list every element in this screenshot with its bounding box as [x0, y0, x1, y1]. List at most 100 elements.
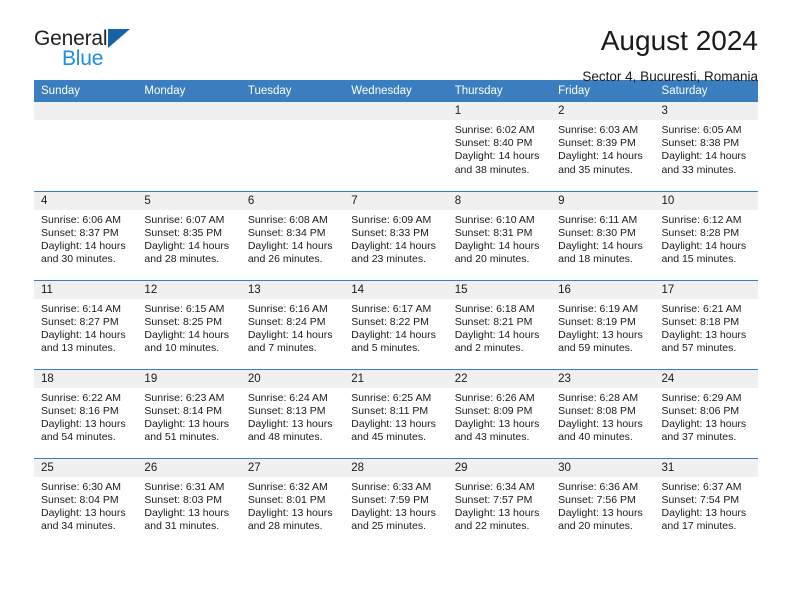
calendar-page: General Blue August 2024 Sector 4, Bucur…: [0, 0, 792, 612]
brand-name-general: General: [34, 27, 108, 50]
daylight-text-line1: Daylight: 13 hours: [661, 328, 747, 341]
daylight-text-line2: and 26 minutes.: [247, 253, 323, 266]
sunset-text: Sunset: 8:38 PM: [661, 137, 740, 150]
day-cell[interactable]: 25 Sunrise: 6:30 AM Sunset: 8:04 PM Dayl…: [34, 457, 138, 547]
daylight-text-line2: and 28 minutes.: [144, 253, 220, 266]
day-cell[interactable]: 17 Sunrise: 6:21 AM Sunset: 8:18 PM Dayl…: [654, 279, 758, 369]
triangle-icon: [108, 29, 131, 48]
daylight-text-line1: Daylight: 13 hours: [41, 417, 126, 430]
daylight-text-line2: and 22 minutes.: [454, 520, 530, 533]
sunrise-text: Sunrise: 6:17 AM: [351, 302, 432, 315]
day-cell[interactable]: 27 Sunrise: 6:32 AM Sunset: 8:01 PM Dayl…: [240, 457, 345, 547]
day-cell[interactable]: 3 Sunrise: 6:05 AM Sunset: 8:38 PM Dayli…: [654, 102, 758, 191]
daylight-text-line1: Daylight: 13 hours: [351, 417, 436, 430]
daylight-text-line1: Daylight: 14 hours: [41, 328, 126, 341]
sunrise-text: Sunrise: 6:08 AM: [247, 213, 328, 226]
day-cell[interactable]: [240, 102, 345, 191]
day-cell[interactable]: 8 Sunrise: 6:10 AM Sunset: 8:31 PM Dayli…: [447, 190, 552, 280]
day-cell[interactable]: 16 Sunrise: 6:19 AM Sunset: 8:19 PM Dayl…: [551, 279, 655, 369]
sunrise-text: Sunrise: 6:03 AM: [558, 124, 639, 136]
day-details: Sunrise: 6:17 AM Sunset: 8:22 PM Dayligh…: [344, 299, 447, 356]
day-cell[interactable]: 11 Sunrise: 6:14 AM Sunset: 8:27 PM Dayl…: [34, 279, 138, 369]
day-cell[interactable]: [344, 102, 448, 191]
brand-name-blue: Blue: [62, 47, 104, 70]
day-number: 2: [551, 102, 655, 120]
sunset-text: Sunset: 8:33 PM: [351, 226, 429, 239]
day-cell[interactable]: 28 Sunrise: 6:33 AM Sunset: 7:59 PM Dayl…: [344, 457, 448, 547]
day-cell[interactable]: 9 Sunrise: 6:11 AM Sunset: 8:30 PM Dayli…: [551, 190, 655, 280]
daylight-text-line2: and 35 minutes.: [558, 163, 633, 176]
day-cell[interactable]: 2 Sunrise: 6:03 AM Sunset: 8:39 PM Dayli…: [551, 102, 655, 191]
day-cell[interactable]: 22 Sunrise: 6:26 AM Sunset: 8:09 PM Dayl…: [447, 368, 552, 458]
sunset-text: Sunset: 8:09 PM: [454, 404, 533, 417]
day-number: 6: [240, 191, 345, 210]
day-cell[interactable]: 10 Sunrise: 6:12 AM Sunset: 8:28 PM Dayl…: [654, 190, 758, 280]
day-details: Sunrise: 6:14 AM Sunset: 8:27 PM Dayligh…: [34, 299, 137, 356]
day-cell[interactable]: 19 Sunrise: 6:23 AM Sunset: 8:14 PM Dayl…: [137, 368, 241, 458]
day-details: Sunrise: 6:32 AM Sunset: 8:01 PM Dayligh…: [241, 477, 344, 534]
day-details: Sunrise: 6:22 AM Sunset: 8:16 PM Dayligh…: [34, 388, 137, 445]
sunset-text: Sunset: 8:37 PM: [41, 226, 119, 239]
daylight-text-line1: Daylight: 14 hours: [144, 328, 230, 341]
day-cell[interactable]: 31 Sunrise: 6:37 AM Sunset: 7:54 PM Dayl…: [654, 457, 758, 547]
day-cell[interactable]: 13 Sunrise: 6:16 AM Sunset: 8:24 PM Dayl…: [240, 279, 345, 369]
day-cell[interactable]: 4 Sunrise: 6:06 AM Sunset: 8:37 PM Dayli…: [34, 190, 138, 280]
day-cell[interactable]: 5 Sunrise: 6:07 AM Sunset: 8:35 PM Dayli…: [137, 190, 241, 280]
sunrise-text: Sunrise: 6:26 AM: [454, 391, 535, 404]
day-cell[interactable]: [137, 102, 241, 191]
day-number: 12: [137, 280, 241, 299]
day-number: [34, 102, 138, 120]
day-cell[interactable]: 21 Sunrise: 6:25 AM Sunset: 8:11 PM Dayl…: [344, 368, 448, 458]
daylight-text-line1: Daylight: 14 hours: [454, 239, 540, 252]
daylight-text-line2: and 54 minutes.: [41, 431, 116, 444]
daylight-text-line2: and 10 minutes.: [144, 342, 220, 355]
day-number: 21: [344, 369, 448, 388]
day-number: 18: [34, 369, 138, 388]
sunset-text: Sunset: 8:21 PM: [454, 315, 533, 328]
daylight-text-line1: Daylight: 13 hours: [144, 506, 230, 519]
day-number: 17: [654, 280, 758, 299]
day-cell[interactable]: [34, 102, 138, 191]
sunset-text: Sunset: 8:25 PM: [144, 315, 223, 328]
day-cell[interactable]: 30 Sunrise: 6:36 AM Sunset: 7:56 PM Dayl…: [551, 457, 655, 547]
day-cell[interactable]: 29 Sunrise: 6:34 AM Sunset: 7:57 PM Dayl…: [447, 457, 552, 547]
sunset-text: Sunset: 8:40 PM: [454, 137, 533, 150]
day-details: Sunrise: 6:03 AM Sunset: 8:39 PM Dayligh…: [551, 120, 654, 177]
day-cell[interactable]: 1 Sunrise: 6:02 AM Sunset: 8:40 PM Dayli…: [447, 102, 552, 191]
sunrise-text: Sunrise: 6:36 AM: [558, 480, 639, 493]
day-details: [241, 120, 344, 124]
day-cell[interactable]: 26 Sunrise: 6:31 AM Sunset: 8:03 PM Dayl…: [137, 457, 241, 547]
day-cell[interactable]: 7 Sunrise: 6:09 AM Sunset: 8:33 PM Dayli…: [344, 190, 448, 280]
day-cell[interactable]: 6 Sunrise: 6:08 AM Sunset: 8:34 PM Dayli…: [240, 190, 345, 280]
daylight-text-line1: Daylight: 13 hours: [144, 417, 230, 430]
daylight-text-line1: Daylight: 13 hours: [351, 506, 436, 519]
day-cell[interactable]: 23 Sunrise: 6:28 AM Sunset: 8:08 PM Dayl…: [551, 368, 655, 458]
sunset-text: Sunset: 8:19 PM: [558, 315, 636, 328]
sunrise-text: Sunrise: 6:34 AM: [454, 480, 535, 493]
brand-logo[interactable]: General Blue: [34, 26, 164, 70]
daylight-text-line2: and 5 minutes.: [351, 342, 421, 355]
day-details: Sunrise: 6:31 AM Sunset: 8:03 PM Dayligh…: [137, 477, 240, 534]
calendar-week-row: 25 Sunrise: 6:30 AM Sunset: 8:04 PM Dayl…: [34, 457, 758, 547]
day-number: [344, 102, 448, 120]
calendar-body: 1 Sunrise: 6:02 AM Sunset: 8:40 PM Dayli…: [34, 102, 758, 547]
sunset-text: Sunset: 7:57 PM: [454, 493, 533, 506]
day-details: Sunrise: 6:24 AM Sunset: 8:13 PM Dayligh…: [241, 388, 344, 445]
daylight-text-line2: and 40 minutes.: [558, 431, 633, 444]
sunset-text: Sunset: 8:39 PM: [558, 137, 636, 150]
day-number: 7: [344, 191, 448, 210]
day-cell[interactable]: 18 Sunrise: 6:22 AM Sunset: 8:16 PM Dayl…: [34, 368, 138, 458]
title-block: August 2024 Sector 4, Bucuresti, Romania: [582, 25, 758, 84]
day-cell[interactable]: 14 Sunrise: 6:17 AM Sunset: 8:22 PM Dayl…: [344, 279, 448, 369]
calendar-week-row: 18 Sunrise: 6:22 AM Sunset: 8:16 PM Dayl…: [34, 368, 758, 458]
day-details: Sunrise: 6:05 AM Sunset: 8:38 PM Dayligh…: [655, 120, 758, 177]
day-cell[interactable]: 24 Sunrise: 6:29 AM Sunset: 8:06 PM Dayl…: [654, 368, 758, 458]
sunrise-text: Sunrise: 6:22 AM: [41, 391, 121, 404]
day-cell[interactable]: 15 Sunrise: 6:18 AM Sunset: 8:21 PM Dayl…: [447, 279, 552, 369]
sunrise-text: Sunrise: 6:24 AM: [247, 391, 328, 404]
daylight-text-line2: and 45 minutes.: [351, 431, 426, 444]
day-cell[interactable]: 20 Sunrise: 6:24 AM Sunset: 8:13 PM Dayl…: [240, 368, 345, 458]
day-details: Sunrise: 6:30 AM Sunset: 8:04 PM Dayligh…: [34, 477, 137, 534]
day-cell[interactable]: 12 Sunrise: 6:15 AM Sunset: 8:25 PM Dayl…: [137, 279, 241, 369]
day-number: 13: [240, 280, 345, 299]
